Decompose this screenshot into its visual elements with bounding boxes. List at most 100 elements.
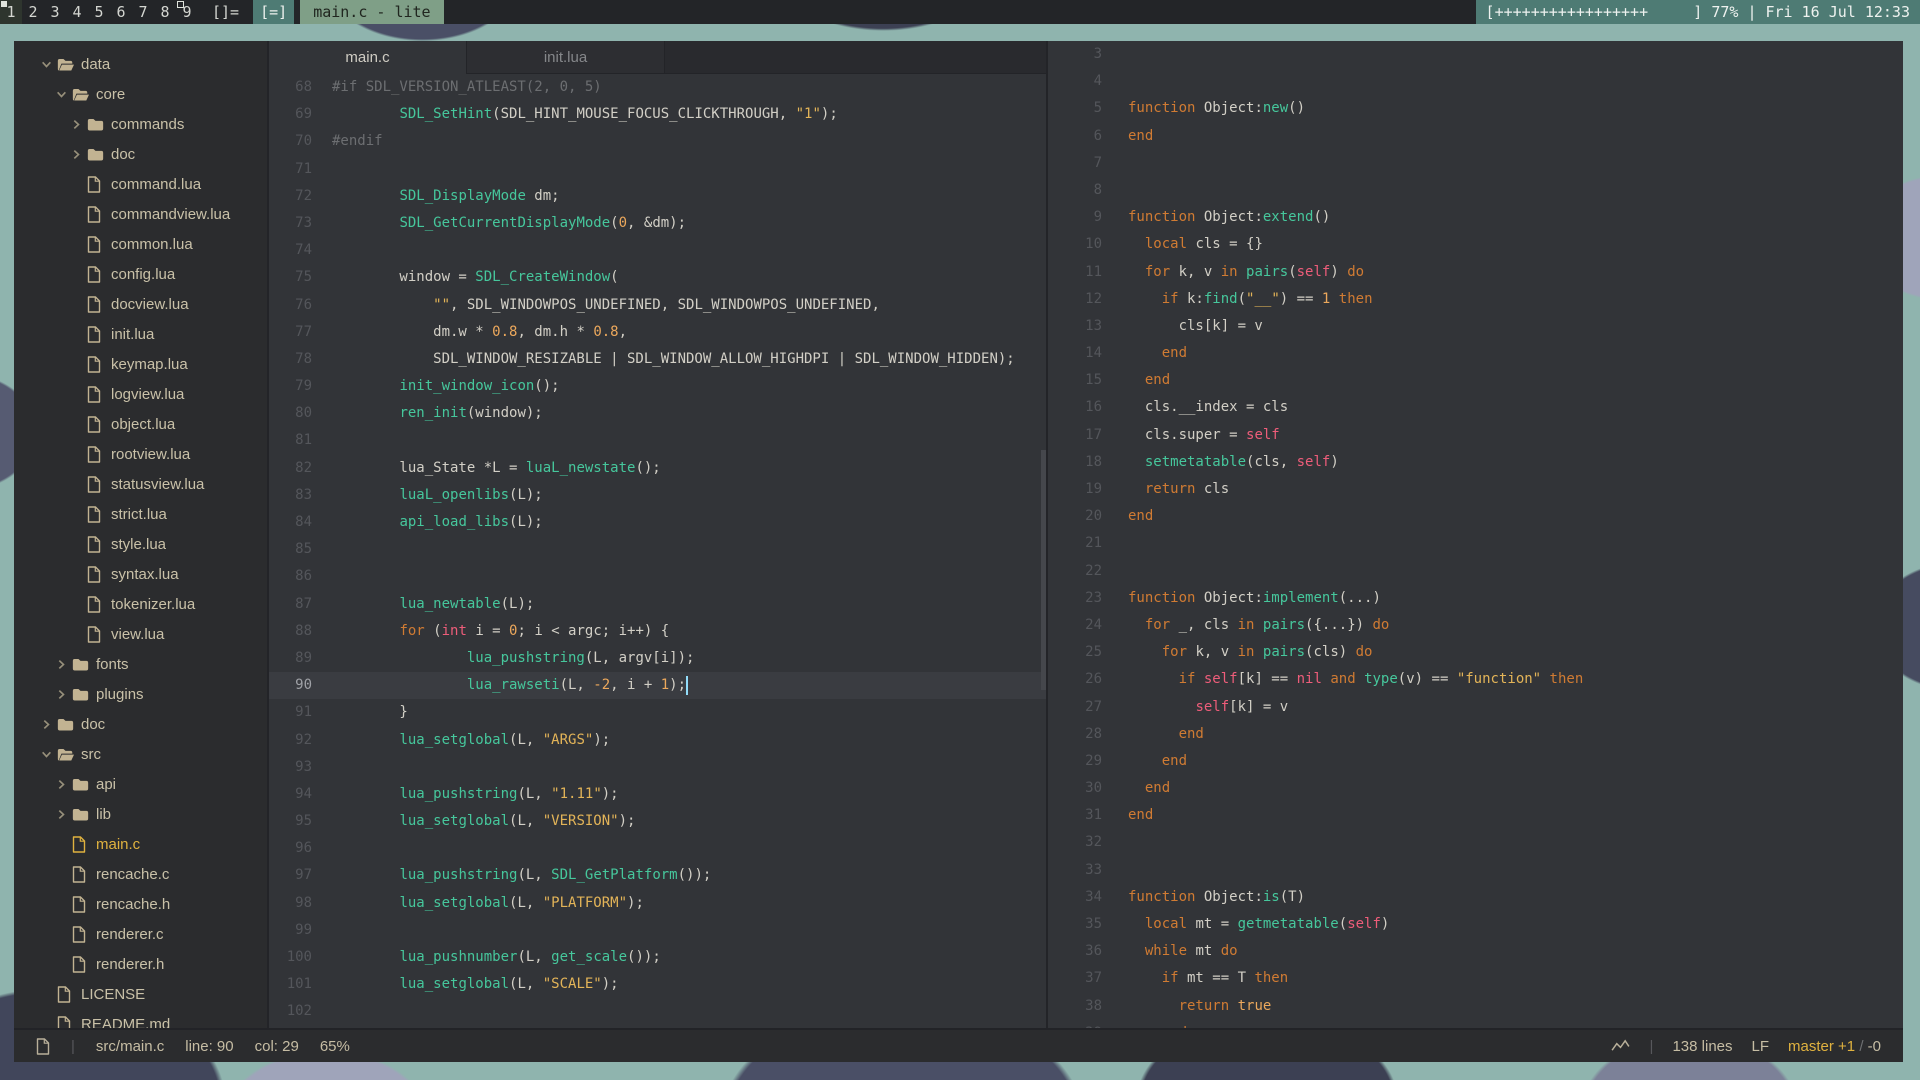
- code-line-68[interactable]: 68#if SDL_VERSION_ATLEAST(2, 0, 5): [269, 74, 1046, 101]
- code-line-75[interactable]: 75 window = SDL_CreateWindow(: [269, 264, 1046, 291]
- code-line-69[interactable]: 69 SDL_SetHint(SDL_HINT_MOUSE_FOCUS_CLIC…: [269, 101, 1046, 128]
- code-line-14[interactable]: 14 end: [1048, 340, 1903, 367]
- code-line-86[interactable]: 86: [269, 563, 1046, 590]
- workspace-tag-8[interactable]: 8: [154, 0, 176, 24]
- code-line-27[interactable]: 27 self[k] = v: [1048, 694, 1903, 721]
- code-line-92[interactable]: 92 lua_setglobal(L, "ARGS");: [269, 727, 1046, 754]
- tree-item-rencache.c[interactable]: rencache.c: [14, 859, 267, 889]
- code-line-101[interactable]: 101 lua_setglobal(L, "SCALE");: [269, 971, 1046, 998]
- code-line-24[interactable]: 24 for _, cls in pairs({...}) do: [1048, 612, 1903, 639]
- code-line-8[interactable]: 8: [1048, 177, 1903, 204]
- code-line-11[interactable]: 11 for k, v in pairs(self) do: [1048, 259, 1903, 286]
- tree-item-command.lua[interactable]: command.lua: [14, 169, 267, 199]
- code-line-91[interactable]: 91 }: [269, 699, 1046, 726]
- code-line-78[interactable]: 78 SDL_WINDOW_RESIZABLE | SDL_WINDOW_ALL…: [269, 346, 1046, 373]
- code-line-9[interactable]: 9function Object:extend(): [1048, 204, 1903, 231]
- layout-chip[interactable]: [=]: [253, 0, 294, 24]
- tree-item-syntax.lua[interactable]: syntax.lua: [14, 559, 267, 589]
- tree-item-fonts[interactable]: fonts: [14, 649, 267, 679]
- code-line-88[interactable]: 88 for (int i = 0; i < argc; i++) {: [269, 618, 1046, 645]
- scrollbar-thumb[interactable]: [1041, 450, 1046, 690]
- tree-item-renderer.h[interactable]: renderer.h: [14, 949, 267, 979]
- code-line-32[interactable]: 32: [1048, 829, 1903, 856]
- code-line-6[interactable]: 6end: [1048, 123, 1903, 150]
- workspace-tag-4[interactable]: 4: [66, 0, 88, 24]
- code-line-95[interactable]: 95 lua_setglobal(L, "VERSION");: [269, 808, 1046, 835]
- code-line-37[interactable]: 37 if mt == T then: [1048, 965, 1903, 992]
- code-line-80[interactable]: 80 ren_init(window);: [269, 400, 1046, 427]
- code-line-84[interactable]: 84 api_load_libs(L);: [269, 509, 1046, 536]
- tree-item-core[interactable]: core: [14, 79, 267, 109]
- code-line-81[interactable]: 81: [269, 427, 1046, 454]
- code-line-13[interactable]: 13 cls[k] = v: [1048, 313, 1903, 340]
- tree-item-lib[interactable]: lib: [14, 799, 267, 829]
- tree-item-README.md[interactable]: README.md: [14, 1009, 267, 1028]
- code-line-70[interactable]: 70#endif: [269, 128, 1046, 155]
- tree-item-doc[interactable]: doc: [14, 139, 267, 169]
- workspace-tag-6[interactable]: 6: [110, 0, 132, 24]
- code-line-79[interactable]: 79 init_window_icon();: [269, 373, 1046, 400]
- code-line-34[interactable]: 34function Object:is(T): [1048, 884, 1903, 911]
- tree-item-commands[interactable]: commands: [14, 109, 267, 139]
- code-line-38[interactable]: 38 return true: [1048, 993, 1903, 1020]
- tree-item-strict.lua[interactable]: strict.lua: [14, 499, 267, 529]
- code-line-35[interactable]: 35 local mt = getmetatable(self): [1048, 911, 1903, 938]
- code-line-83[interactable]: 83 luaL_openlibs(L);: [269, 482, 1046, 509]
- code-line-33[interactable]: 33: [1048, 857, 1903, 884]
- tree-item-LICENSE[interactable]: LICENSE: [14, 979, 267, 1009]
- tree-item-src[interactable]: src: [14, 739, 267, 769]
- code-line-102[interactable]: 102: [269, 998, 1046, 1025]
- code-line-21[interactable]: 21: [1048, 530, 1903, 557]
- code-line-73[interactable]: 73 SDL_GetCurrentDisplayMode(0, &dm);: [269, 210, 1046, 237]
- code-line-89[interactable]: 89 lua_pushstring(L, argv[i]);: [269, 645, 1046, 672]
- tree-item-init.lua[interactable]: init.lua: [14, 319, 267, 349]
- tree-item-view.lua[interactable]: view.lua: [14, 619, 267, 649]
- code-line-74[interactable]: 74: [269, 237, 1046, 264]
- tree-item-main.c[interactable]: main.c: [14, 829, 267, 859]
- code-line-20[interactable]: 20end: [1048, 503, 1903, 530]
- code-line-90[interactable]: 90 lua_rawseti(L, -2, i + 1);: [269, 672, 1046, 699]
- tree-item-rootview.lua[interactable]: rootview.lua: [14, 439, 267, 469]
- code-line-71[interactable]: 71: [269, 156, 1046, 183]
- code-line-7[interactable]: 7: [1048, 150, 1903, 177]
- tree-item-keymap.lua[interactable]: keymap.lua: [14, 349, 267, 379]
- status-line[interactable]: line: 90: [185, 1038, 233, 1055]
- tree-item-common.lua[interactable]: common.lua: [14, 229, 267, 259]
- code-line-16[interactable]: 16 cls.__index = cls: [1048, 394, 1903, 421]
- code-line-100[interactable]: 100 lua_pushnumber(L, get_scale());: [269, 944, 1046, 971]
- layout-symbol[interactable]: []=: [198, 0, 247, 24]
- code-line-3[interactable]: 3: [1048, 41, 1903, 68]
- code-line-12[interactable]: 12 if k:find("__") == 1 then: [1048, 286, 1903, 313]
- code-line-5[interactable]: 5function Object:new(): [1048, 95, 1903, 122]
- tab-main.c[interactable]: main.c: [269, 41, 467, 74]
- workspace-tag-1[interactable]: 1: [0, 0, 22, 24]
- code-line-82[interactable]: 82 lua_State *L = luaL_newstate();: [269, 455, 1046, 482]
- code-line-30[interactable]: 30 end: [1048, 775, 1903, 802]
- code-line-96[interactable]: 96: [269, 835, 1046, 862]
- code-line-87[interactable]: 87 lua_newtable(L);: [269, 591, 1046, 618]
- code-view-object-lua[interactable]: 345function Object:new()6end789function …: [1048, 41, 1903, 1028]
- code-line-85[interactable]: 85: [269, 536, 1046, 563]
- status-col[interactable]: col: 29: [255, 1038, 299, 1055]
- tree-item-commandview.lua[interactable]: commandview.lua: [14, 199, 267, 229]
- tree-item-plugins[interactable]: plugins: [14, 679, 267, 709]
- code-line-29[interactable]: 29 end: [1048, 748, 1903, 775]
- tree-item-renderer.c[interactable]: renderer.c: [14, 919, 267, 949]
- code-line-76[interactable]: 76 "", SDL_WINDOWPOS_UNDEFINED, SDL_WIND…: [269, 292, 1046, 319]
- code-line-99[interactable]: 99: [269, 917, 1046, 944]
- tree-item-logview.lua[interactable]: logview.lua: [14, 379, 267, 409]
- tree-item-data[interactable]: data: [14, 49, 267, 79]
- tree-item-style.lua[interactable]: style.lua: [14, 529, 267, 559]
- tree-item-api[interactable]: api: [14, 769, 267, 799]
- workspace-tag-5[interactable]: 5: [88, 0, 110, 24]
- tree-item-docview.lua[interactable]: docview.lua: [14, 289, 267, 319]
- workspace-tag-2[interactable]: 2: [22, 0, 44, 24]
- code-line-25[interactable]: 25 for k, v in pairs(cls) do: [1048, 639, 1903, 666]
- tree-item-tokenizer.lua[interactable]: tokenizer.lua: [14, 589, 267, 619]
- code-line-39[interactable]: 39 end: [1048, 1020, 1903, 1028]
- tree-item-statusview.lua[interactable]: statusview.lua: [14, 469, 267, 499]
- workspace-tag-3[interactable]: 3: [44, 0, 66, 24]
- workspace-tag-9[interactable]: 9: [176, 0, 198, 24]
- tree-item-doc[interactable]: doc: [14, 709, 267, 739]
- code-line-23[interactable]: 23function Object:implement(...): [1048, 585, 1903, 612]
